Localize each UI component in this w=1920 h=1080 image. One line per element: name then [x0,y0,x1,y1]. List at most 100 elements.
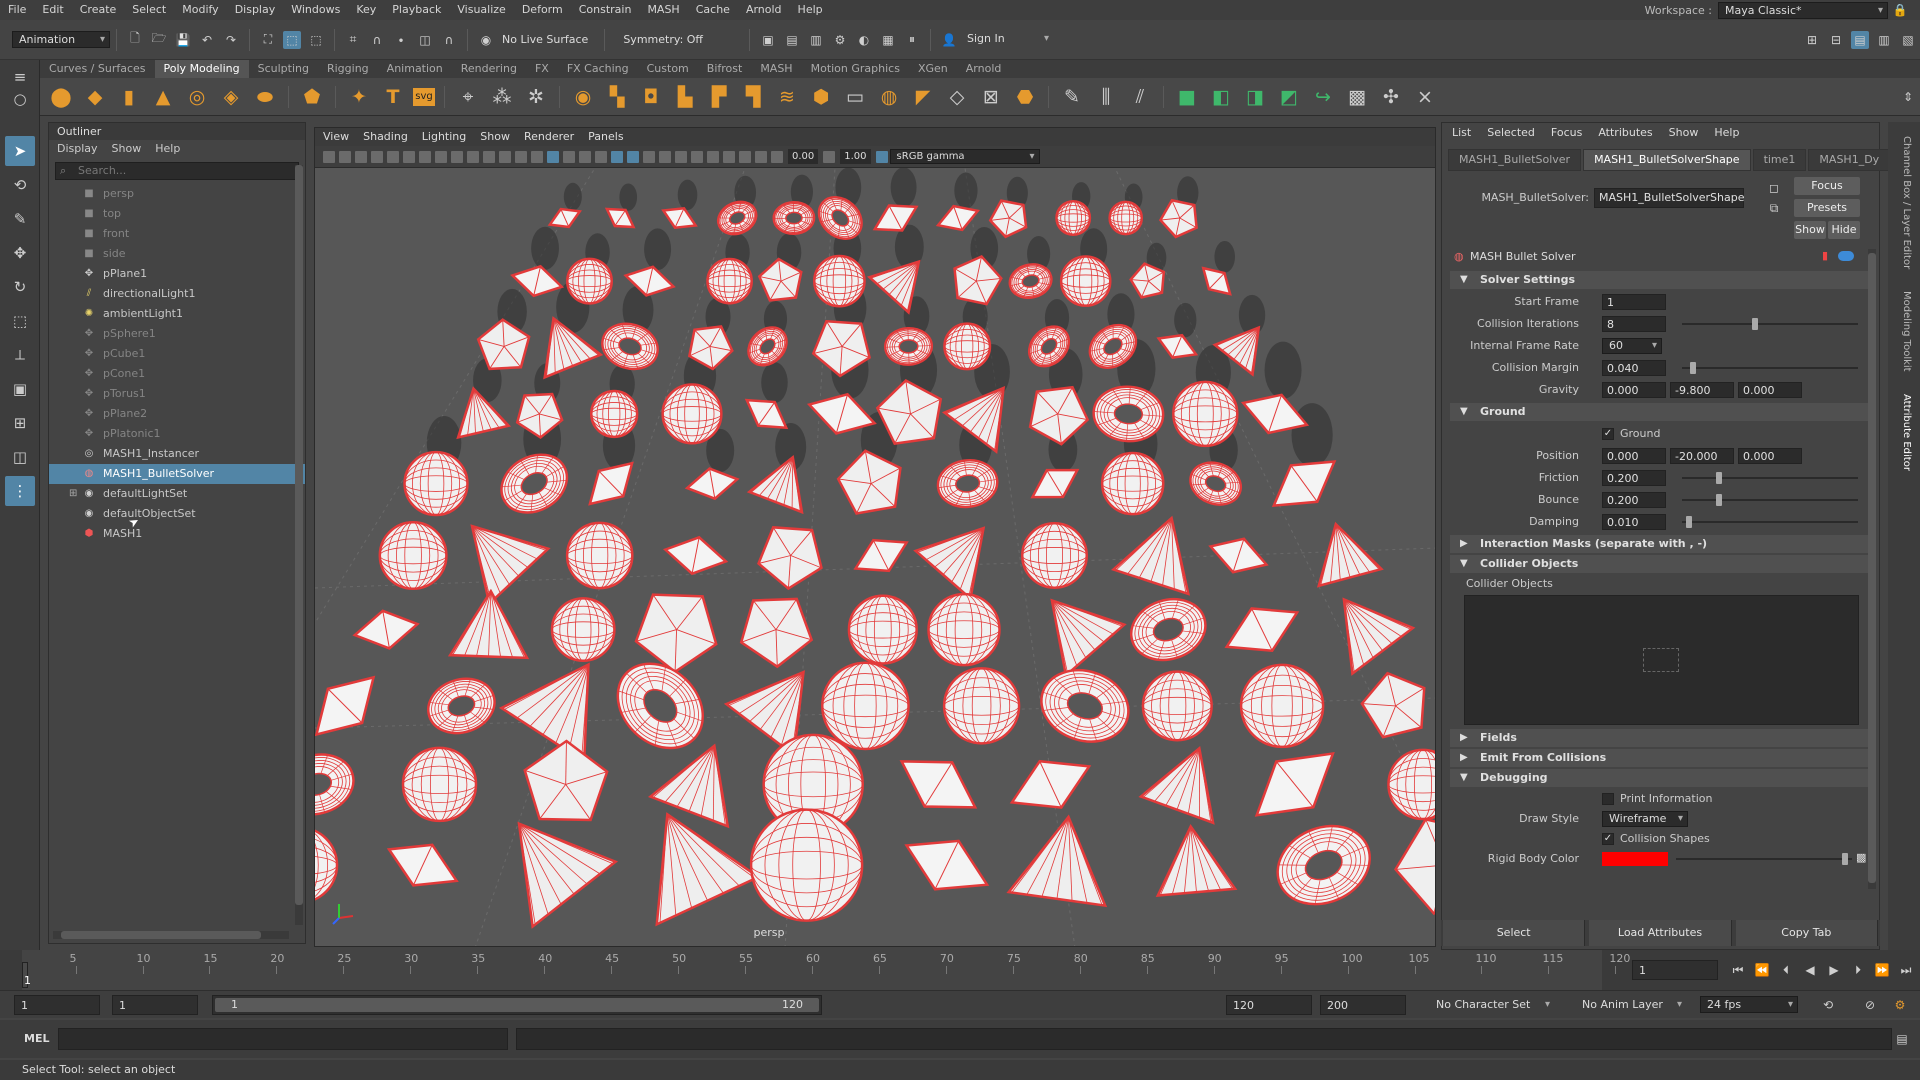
cylindrical-map-icon[interactable]: ◨ [1241,83,1269,111]
hide-button[interactable]: Hide [1828,221,1860,239]
outliner-item-pplatonic1[interactable]: ✥ pPlatonic1 [49,424,305,444]
step-back-key-icon[interactable]: ⏴ [1777,961,1795,979]
cube-object[interactable] [895,821,999,909]
outliner-menu-help[interactable]: Help [155,140,180,158]
platonic-object[interactable] [523,739,609,822]
menu-arnold[interactable]: Arnold [738,0,790,20]
cube-object[interactable] [934,199,982,237]
motion-blur-icon[interactable] [659,150,671,163]
cube-object[interactable] [1154,327,1201,365]
playback-start-field[interactable]: 1 [112,995,198,1015]
sphere-object[interactable] [1172,380,1239,448]
platonic-object[interactable] [749,510,836,596]
single-perspective-layout-icon[interactable]: ▣ [5,374,35,404]
cone-object[interactable] [1314,577,1416,676]
torus-object[interactable] [1092,384,1165,443]
sphere-object[interactable] [749,808,864,922]
menu-modify[interactable]: Modify [174,0,226,20]
outliner-search-input[interactable]: Search... ⌕ [55,162,299,180]
gravity-z-field[interactable]: 0.000 [1738,382,1802,398]
start-frame-field[interactable]: 1 [1602,294,1666,310]
platonic-object[interactable] [1356,665,1433,740]
outliner-item-top[interactable]: ■ top [49,204,305,224]
sphere-object[interactable] [566,257,613,305]
bookmark-icon[interactable] [355,150,367,163]
torus-object[interactable] [597,317,664,375]
cube-object[interactable] [662,531,730,579]
torus-object[interactable] [315,746,361,823]
debugging-section[interactable]: ▼ Debugging [1450,769,1871,787]
character-set-dropdown[interactable]: No Character Set [1430,997,1554,1014]
platonic-solid-icon[interactable]: ⬟ [298,83,326,111]
collider-objects-section[interactable]: ▼ Collider Objects [1450,555,1871,573]
collision-shapes-checkbox[interactable]: ✓ [1602,833,1614,845]
torus-object[interactable] [601,647,720,765]
sphere-object[interactable] [550,597,616,663]
open-scene-icon[interactable]: 🗁 [150,31,168,49]
viewport-menu-show[interactable]: Show [480,128,510,146]
live-surface-icon[interactable]: ◉ [477,31,495,49]
viewport-menu-panels[interactable]: Panels [588,128,623,146]
svg-icon[interactable]: svg [413,87,435,106]
poly-cylinder-icon[interactable]: ▮ [115,83,143,111]
rigid-body-color-swatch[interactable] [1602,852,1668,866]
sphere-object[interactable] [847,594,918,665]
viewport-menu-renderer[interactable]: Renderer [524,128,574,146]
time-slider[interactable]: 5 10 15 20 25 30 35 40 45 50 55 60 65 70 75 80 85 90 95 100… [0,950,1920,990]
outliner-item-directionallight1[interactable]: ⫽ directionalLight1 [49,284,305,304]
two-view-layout-icon[interactable]: ◫ [5,442,35,472]
draw-style-dropdown[interactable]: Wireframe [1602,811,1688,827]
multi-cut-icon[interactable]: ✎ [1058,83,1086,111]
rotate-tool-icon[interactable]: ↻ [5,272,35,302]
snap-point-icon[interactable]: ∙ [392,31,410,49]
shelf-tab-poly-modeling[interactable]: Poly Modeling [154,60,249,78]
torus-object[interactable] [811,189,870,247]
extrude-icon[interactable]: ≋ [773,83,801,111]
shelf-tab-rigging[interactable]: Rigging [318,60,378,78]
camera-attributes-icon[interactable] [339,150,351,163]
cube-object[interactable] [351,605,420,654]
presets-button[interactable]: Presets [1794,199,1860,217]
show-button[interactable]: Show [1794,221,1826,239]
collider-objects-list[interactable] [1464,595,1859,725]
node-name-field[interactable]: MASH1_BulletSolverShape [1594,188,1745,208]
user-icon[interactable]: 👤 [940,31,958,49]
cone-object[interactable] [1138,735,1236,825]
snap-view-plane-icon[interactable]: ◫ [416,31,434,49]
damping-slider[interactable] [1682,516,1858,528]
four-view-layout-icon[interactable]: ⊞ [5,408,35,438]
menu-help[interactable]: Help [790,0,831,20]
load-attributes-button[interactable]: Load Attributes [1589,920,1732,946]
ae-menu-focus[interactable]: Focus [1551,123,1582,143]
insert-edge-loop-icon[interactable]: ⫼ [1092,83,1120,111]
animation-end-field[interactable]: 200 [1320,995,1406,1015]
command-input[interactable] [58,1028,508,1050]
undo-icon[interactable]: ↶ [198,31,216,49]
viewport-menu-view[interactable]: View [323,128,349,146]
poly-cube-icon[interactable]: ◆ [81,83,109,111]
shelf-tab-custom[interactable]: Custom [638,60,698,78]
wireframe-on-shaded-icon[interactable] [579,150,591,163]
platonic-object[interactable] [1382,801,1436,921]
sphere-object[interactable] [590,389,639,439]
torus-object[interactable] [1123,590,1213,669]
sphere-object[interactable] [1108,200,1144,236]
sphere-object[interactable] [821,661,910,751]
loop-icon[interactable]: ⟲ [1819,996,1837,1014]
step-forward-frame-icon[interactable]: ⏩ [1873,961,1891,979]
safe-title-icon[interactable] [515,150,527,163]
color-picker-icon[interactable]: ▩ [1856,851,1866,864]
gamma-field[interactable]: 1.00 [840,149,871,164]
append-polygon-icon[interactable]: ▭ [841,83,869,111]
smooth-shade-icon[interactable] [547,150,559,163]
menu-playback[interactable]: Playback [384,0,449,20]
menu-select[interactable]: Select [124,0,174,20]
sphere-object[interactable] [943,322,992,371]
cube-object[interactable] [380,829,466,901]
torus-object[interactable] [1184,456,1247,512]
gamma-icon[interactable] [823,150,836,163]
exposure-field[interactable]: 0.00 [788,149,819,164]
slider-knob[interactable] [1752,318,1758,330]
poke-icon[interactable]: ◇ [943,83,971,111]
internal-frame-rate-dropdown[interactable]: 60 [1602,338,1662,354]
